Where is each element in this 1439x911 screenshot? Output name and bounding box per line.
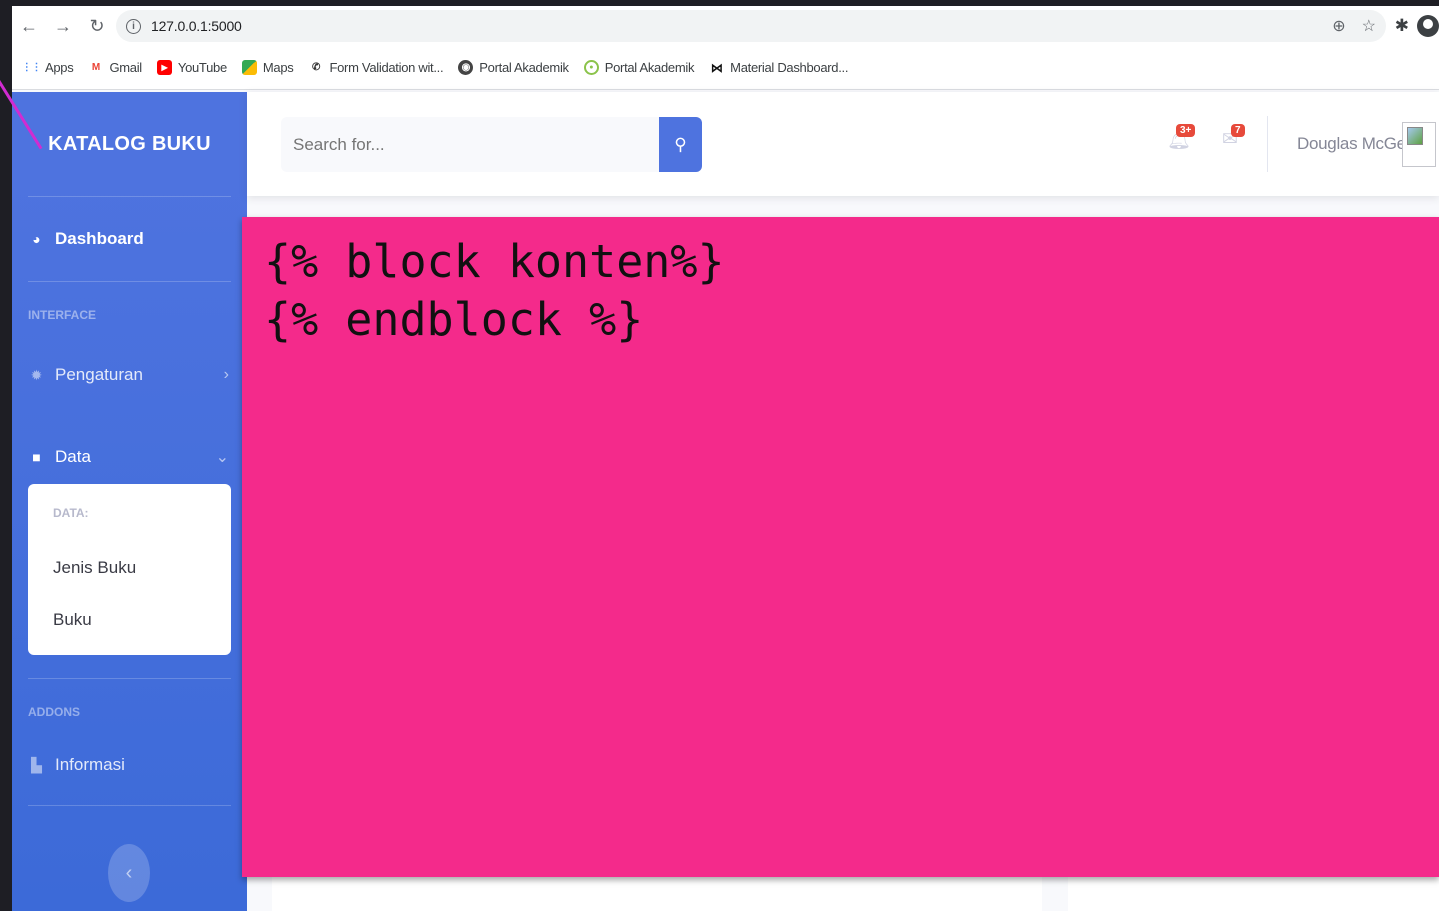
bookmark-gmail[interactable]: M Gmail	[88, 60, 142, 75]
chevron-left-icon: ‹	[125, 861, 133, 884]
sidebar-heading-addons: ADDONS	[28, 705, 81, 719]
messages-counter-badge: 7	[1231, 124, 1245, 137]
maps-icon	[241, 60, 257, 75]
search-icon: ⚲	[674, 134, 687, 154]
alerts-counter-badge: 3+	[1176, 124, 1196, 137]
sidebar-item-label: Informasi	[55, 755, 125, 774]
bookmark-star-icon[interactable]: ☆	[1362, 16, 1376, 36]
search-button[interactable]: ⚲	[659, 117, 702, 172]
bookmark-portal-akademik-2[interactable]: ● Portal Akademik	[583, 60, 694, 75]
site-info-icon[interactable]: i	[126, 18, 141, 34]
area-chart-icon: ▙	[31, 756, 42, 773]
template-block-start: {% block konten%}	[264, 235, 725, 288]
url-text: 127.0.0.1:5000	[151, 18, 242, 34]
topbar-divider	[1267, 116, 1268, 172]
sidebar-item-dashboard[interactable]: ◕ Dashboard	[12, 197, 247, 281]
bookmark-maps[interactable]: Maps	[241, 60, 294, 75]
bookmark-portal-akademik-1[interactable]: ◉ Portal Akademik	[458, 60, 569, 75]
sidebar: KATALOG BUKU ◕ Dashboard INTERFACE ✹ Pen…	[12, 92, 247, 911]
zoom-icon[interactable]: ⊕	[1332, 16, 1345, 36]
sidebar-item-label: Pengaturan	[55, 365, 143, 384]
user-name[interactable]: Douglas McGee	[1297, 134, 1415, 154]
circle-logo-icon: ●	[583, 60, 599, 75]
sidebar-item-label: Data	[55, 447, 91, 466]
browser-toolbar: ← → ↻ i 127.0.0.1:5000 ⊕ ☆ ✱	[12, 6, 1439, 46]
collapse-heading: DATA:	[53, 506, 89, 520]
sidebar-toggle-button[interactable]: ‹	[108, 844, 150, 902]
gmail-icon: M	[91, 62, 100, 73]
messages-dropdown[interactable]: ✉ 7	[1222, 124, 1248, 156]
globe-icon: ◉	[458, 60, 474, 75]
template-block-overlay: {% block konten%} {% endblock %}	[242, 217, 1439, 877]
reload-icon[interactable]: ↻	[80, 11, 114, 41]
sidebar-heading-interface: INTERFACE	[28, 308, 97, 322]
bookmarks-bar: ⋮⋮ Apps M Gmail ▶ YouTube Maps ✆ Form Va…	[12, 46, 1439, 90]
collapse-item-buku[interactable]: Buku	[28, 594, 231, 646]
bookmark-youtube[interactable]: ▶ YouTube	[156, 60, 227, 75]
sidebar-item-label: Dashboard	[55, 229, 144, 248]
search-input[interactable]	[281, 117, 659, 172]
sidebar-item-data[interactable]: ■ Data ⌄	[12, 430, 247, 484]
forward-arrow-icon[interactable]: →	[46, 11, 80, 41]
youtube-icon: ▶	[156, 60, 172, 75]
folder-icon: ■	[32, 449, 41, 465]
cog-icon: ✹	[30, 366, 43, 383]
tachometer-icon: ◕	[32, 231, 41, 247]
sidebar-divider	[28, 805, 231, 806]
search-form: ⚲	[281, 117, 702, 172]
chevron-right-icon: ›	[223, 366, 229, 383]
back-arrow-icon[interactable]: ←	[12, 11, 46, 41]
sidebar-item-informasi[interactable]: ▙ Informasi	[12, 745, 247, 785]
screen-frame-left	[0, 0, 12, 911]
address-bar[interactable]: i 127.0.0.1:5000 ⊕ ☆	[116, 10, 1386, 42]
chevron-down-icon: ⌄	[215, 449, 229, 466]
topbar: ⚲ 🔔︎ 3+ ✉ 7 Douglas McGee	[247, 92, 1439, 196]
bookmark-apps[interactable]: ⋮⋮ Apps	[21, 60, 74, 75]
bookmark-form-validation[interactable]: ✆ Form Validation wit...	[308, 60, 444, 75]
apps-grid-icon: ⋮⋮	[21, 62, 42, 73]
bowtie-icon: ⋈	[710, 60, 723, 75]
bookmark-material-dashboard[interactable]: ⋈ Material Dashboard...	[709, 60, 849, 75]
collapse-item-jenis-buku[interactable]: Jenis Buku	[28, 542, 231, 594]
sidebar-item-pengaturan[interactable]: ✹ Pengaturan ›	[12, 348, 247, 402]
phone-icon: ✆	[311, 62, 321, 73]
sidebar-brand[interactable]: KATALOG BUKU	[12, 92, 247, 196]
extensions-icon[interactable]: ✱	[1395, 16, 1409, 36]
template-block-end: {% endblock %}	[264, 293, 644, 346]
data-collapse-menu: DATA: Jenis Buku Buku	[28, 484, 231, 655]
alerts-dropdown[interactable]: 🔔︎ 3+	[1167, 124, 1196, 156]
profile-avatar-icon[interactable]	[1417, 15, 1439, 37]
user-avatar[interactable]	[1402, 122, 1436, 167]
